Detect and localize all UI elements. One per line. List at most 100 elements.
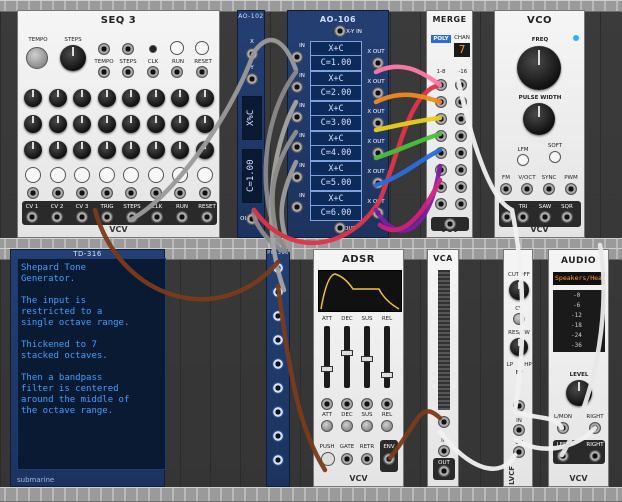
td316-module[interactable]: TD-316 Shepard Tone Generator. The input… [10,249,166,487]
vco-tri-jack[interactable] [517,211,529,223]
vco-sqr-jack[interactable] [561,211,573,223]
audio-left-out-jack[interactable] [557,450,569,462]
vco-fm-jack[interactable] [500,183,512,195]
adsr-sus-knob[interactable] [361,420,373,432]
seq3-gate-jack[interactable] [149,187,162,199]
seq3-step-knob[interactable] [122,115,140,133]
merge-input-jack[interactable] [435,164,447,176]
seq3-step-knob[interactable] [195,115,214,133]
adsr-env-jack[interactable] [383,453,395,465]
vco-pwm-jack[interactable] [565,183,577,195]
ao102-const-display[interactable]: C=1.00 [242,149,262,203]
vcf-cutoff-knob[interactable] [509,280,529,300]
seq3-ext-steps-jack[interactable] [122,66,134,78]
adsr-module[interactable]: ADSR ATT DEC SUS REL ATT DEC SUS REL PUS… [313,249,404,487]
merge-input-jack[interactable] [455,96,467,108]
ao106-const-display[interactable]: C=5.00 [310,175,362,191]
audio-right-out-jack[interactable] [589,450,601,462]
vco-sync-jack[interactable] [543,183,555,195]
adsr-att-cv-jack[interactable] [321,398,333,410]
seq3-gate-button[interactable] [74,167,90,183]
audio-module[interactable]: AUDIO Speakers/Hea -0 -6 -12 -18 -24 -36… [548,249,609,487]
ao106-in-jack[interactable] [291,141,303,153]
seq3-gate-button[interactable] [147,167,164,183]
vcf-cv-knob[interactable] [513,313,525,325]
merge-input-jack[interactable] [435,181,447,193]
ao102-y-jack[interactable] [246,73,258,85]
vca-in-jack[interactable] [438,445,450,457]
ao106-out-jack[interactable] [372,177,384,189]
ao106-out-jack[interactable] [372,147,384,159]
seq3-cv3-jack[interactable] [76,211,88,223]
merge-input-jack[interactable] [435,147,447,159]
vco-soft-switch[interactable] [549,151,561,163]
merge-input-jack[interactable] [435,79,447,91]
seq3-run-button[interactable] [170,41,184,55]
vco-saw-jack[interactable] [539,211,551,223]
seq3-steps-knob[interactable] [60,45,86,71]
mult-jack[interactable] [272,430,284,442]
audio-level-knob[interactable] [566,380,592,406]
seq3-reset-button[interactable] [195,41,209,55]
merge-input-jack[interactable] [455,198,467,210]
seq3-gate-button[interactable] [172,167,188,183]
seq3-step-knob[interactable] [171,141,189,159]
seq3-step-knob[interactable] [122,89,140,107]
seq3-cv1-jack[interactable] [26,211,38,223]
mult-jack[interactable] [272,262,284,274]
vco-voct-jack[interactable] [521,183,533,195]
audio-device-display[interactable]: Speakers/Hea [553,272,605,285]
ao106-in-jack[interactable] [291,201,303,213]
ao106-in-jack[interactable] [291,111,303,123]
seq3-step-knob[interactable] [48,115,67,133]
merge-input-jack[interactable] [435,96,447,108]
vco-freq-knob[interactable] [517,46,561,90]
seq3-gate-jack[interactable] [76,187,88,199]
ao106-module[interactable]: AO-106 X-Y IN OUT IN X+C C=1.00 X OUT IN X+C C… [287,10,389,238]
ao106-out-jack[interactable] [372,207,384,219]
mult-module[interactable]: PO-316 [266,249,290,487]
seq3-gate-jack[interactable] [174,187,186,199]
adsr-sus-cv-jack[interactable] [361,398,373,410]
vca-out-jack[interactable] [438,465,450,477]
audio-right-in-jack[interactable] [589,422,601,434]
merge-out-jack[interactable] [444,218,456,230]
vco-lfm-switch[interactable] [517,154,529,166]
seq3-steps-cv-jack[interactable] [122,43,134,55]
seq3-step-knob[interactable] [24,89,42,107]
ao106-in-jack[interactable] [291,81,303,93]
seq3-gate-jack[interactable] [27,187,39,199]
seq3-step-knob[interactable] [73,141,91,159]
seq3-gate-jack[interactable] [125,187,137,199]
seq3-step-knob[interactable] [146,115,165,133]
mult-jack[interactable] [272,454,284,466]
ao106-out-jack[interactable] [372,87,384,99]
seq3-ext-tempo-jack[interactable] [98,66,110,78]
ao106-const-display[interactable]: C=2.00 [310,85,362,101]
seq3-clk-out-jack[interactable] [151,211,163,223]
seq3-step-knob[interactable] [24,141,42,159]
seq3-gate-button[interactable] [98,167,115,183]
seq3-step-knob[interactable] [171,89,189,107]
ao106-top-jack[interactable] [334,25,346,37]
ao106-out-jack[interactable] [372,57,384,69]
vco-pw-knob[interactable] [523,103,555,135]
mult-jack[interactable] [272,334,284,346]
seq3-reset-out-jack[interactable] [201,211,213,223]
audio-lmon-jack[interactable] [557,422,569,434]
merge-input-jack[interactable] [455,113,467,125]
vco-module[interactable]: VCO FREQ PULSE WIDTH LFM SOFT FM V/OCT S… [494,10,585,238]
seq3-tempo-cv-jack[interactable] [98,43,110,55]
seq3-module[interactable]: SEQ 3 TEMPO STEPS TEMPO STEPS CLK RUN RE… [17,10,220,238]
ao106-bottom-jack[interactable] [334,222,346,234]
merge-input-jack[interactable] [455,181,467,193]
ao106-const-display[interactable]: C=4.00 [310,145,362,161]
seq3-clk-jack[interactable] [147,66,159,78]
seq3-step-knob[interactable] [97,89,116,107]
mult-jack[interactable] [272,286,284,298]
seq3-step-knob[interactable] [48,141,67,159]
mult-jack[interactable] [272,382,284,394]
seq3-step-knob[interactable] [48,89,67,107]
seq3-step-knob[interactable] [171,115,189,133]
seq3-reset-jack[interactable] [196,66,208,78]
